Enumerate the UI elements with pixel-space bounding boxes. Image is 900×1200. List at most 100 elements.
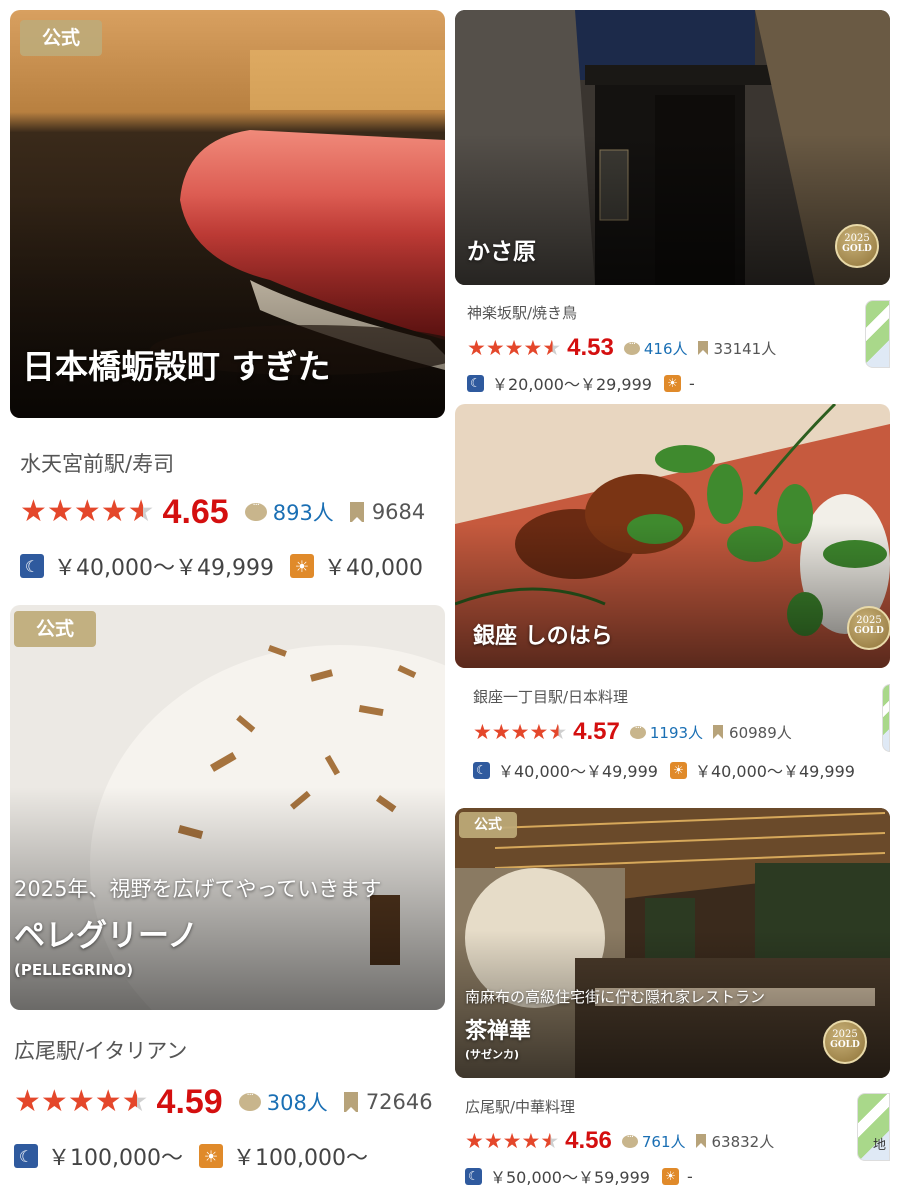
- restaurant-name: かさ原: [467, 239, 536, 265]
- save-count: 33141人: [713, 339, 777, 358]
- rating-stars: ★ ★ ★ ★ ★: [14, 1087, 149, 1117]
- rating-score: 4.59: [156, 1082, 223, 1121]
- lunch-price: -: [686, 1166, 693, 1186]
- station-genre: 広尾駅/中華料理: [465, 1098, 576, 1116]
- gold-award-badge: 2025 GOLD: [823, 1020, 867, 1064]
- map-thumbnail[interactable]: 地: [857, 1093, 890, 1161]
- restaurant-card-sazenka[interactable]: 公式 南麻布の高級住宅街に佇む隠れ家レストラン 茶禅華 (サゼンカ) 2025 …: [455, 808, 890, 1195]
- review-count[interactable]: 1193人: [650, 722, 703, 743]
- station-genre: 広尾駅/イタリアン: [14, 1039, 188, 1063]
- half-star-icon: ★: [127, 494, 155, 529]
- lunch-price: ￥100,000～: [232, 1146, 368, 1171]
- rating-row: ★ ★ ★ ★ ★ 4.56 761人 63832人: [465, 1126, 774, 1156]
- official-badge: 公式: [20, 20, 102, 56]
- star-icon: ★: [467, 335, 486, 360]
- half-star-icon: ★: [548, 719, 568, 744]
- comment-icon: [621, 1132, 638, 1148]
- price-row: ☾ ￥40,000～￥49,999 ☀ ￥40,000: [20, 550, 423, 582]
- restaurant-catchphrase: 2025年、視野を広げてやっていきます: [14, 877, 382, 901]
- restaurant-photo[interactable]: 公式 日本橋蛎殻町 すぎた: [10, 10, 445, 418]
- review-count[interactable]: 761人: [642, 1131, 686, 1152]
- rating-score: 4.65: [162, 492, 229, 531]
- rating-stars: ★ ★ ★ ★ ★: [467, 335, 562, 360]
- star-icon: ★: [473, 719, 492, 744]
- half-star-icon: ★: [540, 1128, 560, 1153]
- official-badge: 公式: [14, 611, 96, 647]
- star-icon: ★: [491, 719, 511, 744]
- comment-icon: [629, 723, 646, 739]
- star-icon: ★: [94, 1084, 122, 1119]
- restaurant-card-sugita[interactable]: 公式 日本橋蛎殻町 すぎた 水天宮前駅/寿司 ★ ★ ★ ★ ★ 4.65 89…: [10, 10, 445, 595]
- restaurant-name-romaji: (PELLEGRINO): [14, 961, 134, 979]
- map-label: 地: [873, 1138, 887, 1153]
- official-badge: 公式: [459, 812, 517, 838]
- restaurant-catchphrase: 南麻布の高級住宅街に佇む隠れ家レストラン: [465, 988, 766, 1006]
- star-icon: ★: [73, 494, 101, 529]
- bookmark-icon: [349, 502, 364, 522]
- review-count[interactable]: 416人: [644, 338, 688, 359]
- map-thumbnail[interactable]: [882, 684, 890, 752]
- rating-row: ★ ★ ★ ★ ★ 4.65 893人 9684: [20, 492, 425, 532]
- star-icon: ★: [46, 494, 74, 529]
- restaurant-photo[interactable]: 公式 南麻布の高級住宅街に佇む隠れ家レストラン 茶禅華 (サゼンカ) 2025 …: [455, 808, 890, 1078]
- star-icon: ★: [521, 1128, 541, 1153]
- save-count: 63832人: [711, 1132, 775, 1151]
- moon-icon: ☾: [465, 1167, 482, 1185]
- comment-icon: [244, 500, 267, 521]
- save-count: 72646: [365, 1090, 433, 1114]
- restaurant-card-shinohara[interactable]: 銀座 しのはら 2025 GOLD 銀座一丁目駅/日本料理 ★ ★ ★ ★ ★ …: [455, 404, 890, 802]
- half-star-icon: ★: [542, 335, 562, 360]
- rating-stars: ★ ★ ★ ★ ★: [465, 1128, 560, 1153]
- station-genre: 神楽坂駅/焼き鳥: [467, 304, 578, 322]
- sun-icon: ☀: [661, 1167, 679, 1185]
- star-icon: ★: [510, 719, 530, 744]
- rating-row: ★ ★ ★ ★ ★ 4.57 1193人 60989人: [473, 717, 792, 747]
- rating-score: 4.57: [573, 718, 620, 745]
- restaurant-card-pellegrino[interactable]: 公式 2025年、視野を広げてやっていきます ペレグリーノ (PELLEGRIN…: [10, 605, 445, 1195]
- rating-row: ★ ★ ★ ★ ★ 4.59 308人 72646: [14, 1082, 433, 1122]
- bookmark-icon: [713, 725, 724, 739]
- lunch-price: ￥40,000～￥49,999: [694, 762, 855, 781]
- moon-icon: ☾: [473, 761, 490, 779]
- rating-score: 4.53: [567, 334, 614, 361]
- comment-icon: [238, 1090, 261, 1111]
- moon-icon: ☾: [14, 1144, 38, 1168]
- price-row: ☾ ￥40,000～￥49,999 ☀ ￥40,000～￥49,999: [473, 758, 855, 782]
- moon-icon: ☾: [20, 554, 44, 578]
- dinner-price: ￥50,000～￥59,999: [490, 1168, 650, 1187]
- star-icon: ★: [14, 1084, 41, 1119]
- rating-stars: ★ ★ ★ ★ ★: [20, 497, 155, 527]
- save-count: 9684: [371, 500, 426, 524]
- station-genre: 水天宮前駅/寿司: [20, 452, 175, 476]
- restaurant-photo[interactable]: かさ原 2025 GOLD: [455, 10, 890, 285]
- moon-icon: ☾: [467, 374, 484, 392]
- bookmark-icon: [695, 1134, 706, 1148]
- star-icon: ★: [504, 335, 524, 360]
- restaurant-name: ペレグリーノ: [14, 918, 199, 954]
- map-thumbnail[interactable]: [865, 300, 890, 368]
- restaurant-name: 茶禅華: [465, 1019, 532, 1044]
- rating-score: 4.56: [565, 1127, 612, 1154]
- sun-icon: ☀: [289, 554, 314, 578]
- dinner-price: ￥40,000～￥49,999: [498, 762, 658, 781]
- review-count[interactable]: 893人: [273, 497, 334, 527]
- review-count[interactable]: 308人: [267, 1087, 328, 1117]
- star-icon: ★: [40, 1084, 68, 1119]
- star-icon: ★: [529, 719, 549, 744]
- bookmark-icon: [343, 1092, 358, 1112]
- star-icon: ★: [523, 335, 543, 360]
- star-icon: ★: [67, 1084, 95, 1119]
- bookmark-icon: [697, 341, 708, 355]
- lunch-price: ￥40,000: [323, 556, 423, 581]
- comment-icon: [623, 339, 640, 355]
- star-icon: ★: [100, 494, 128, 529]
- restaurant-photo[interactable]: 銀座 しのはら 2025 GOLD: [455, 404, 890, 668]
- gold-award-badge: 2025 GOLD: [847, 606, 890, 650]
- restaurant-card-kasahara[interactable]: かさ原 2025 GOLD 神楽坂駅/焼き鳥 ★ ★ ★ ★ ★ 4.53 41…: [455, 10, 890, 400]
- rating-row: ★ ★ ★ ★ ★ 4.53 416人 33141人: [467, 333, 776, 363]
- star-icon: ★: [20, 494, 47, 529]
- star-icon: ★: [483, 1128, 503, 1153]
- lunch-price: -: [688, 373, 695, 393]
- restaurant-photo[interactable]: 公式 2025年、視野を広げてやっていきます ペレグリーノ (PELLEGRIN…: [10, 605, 445, 1010]
- rating-stars: ★ ★ ★ ★ ★: [473, 719, 568, 744]
